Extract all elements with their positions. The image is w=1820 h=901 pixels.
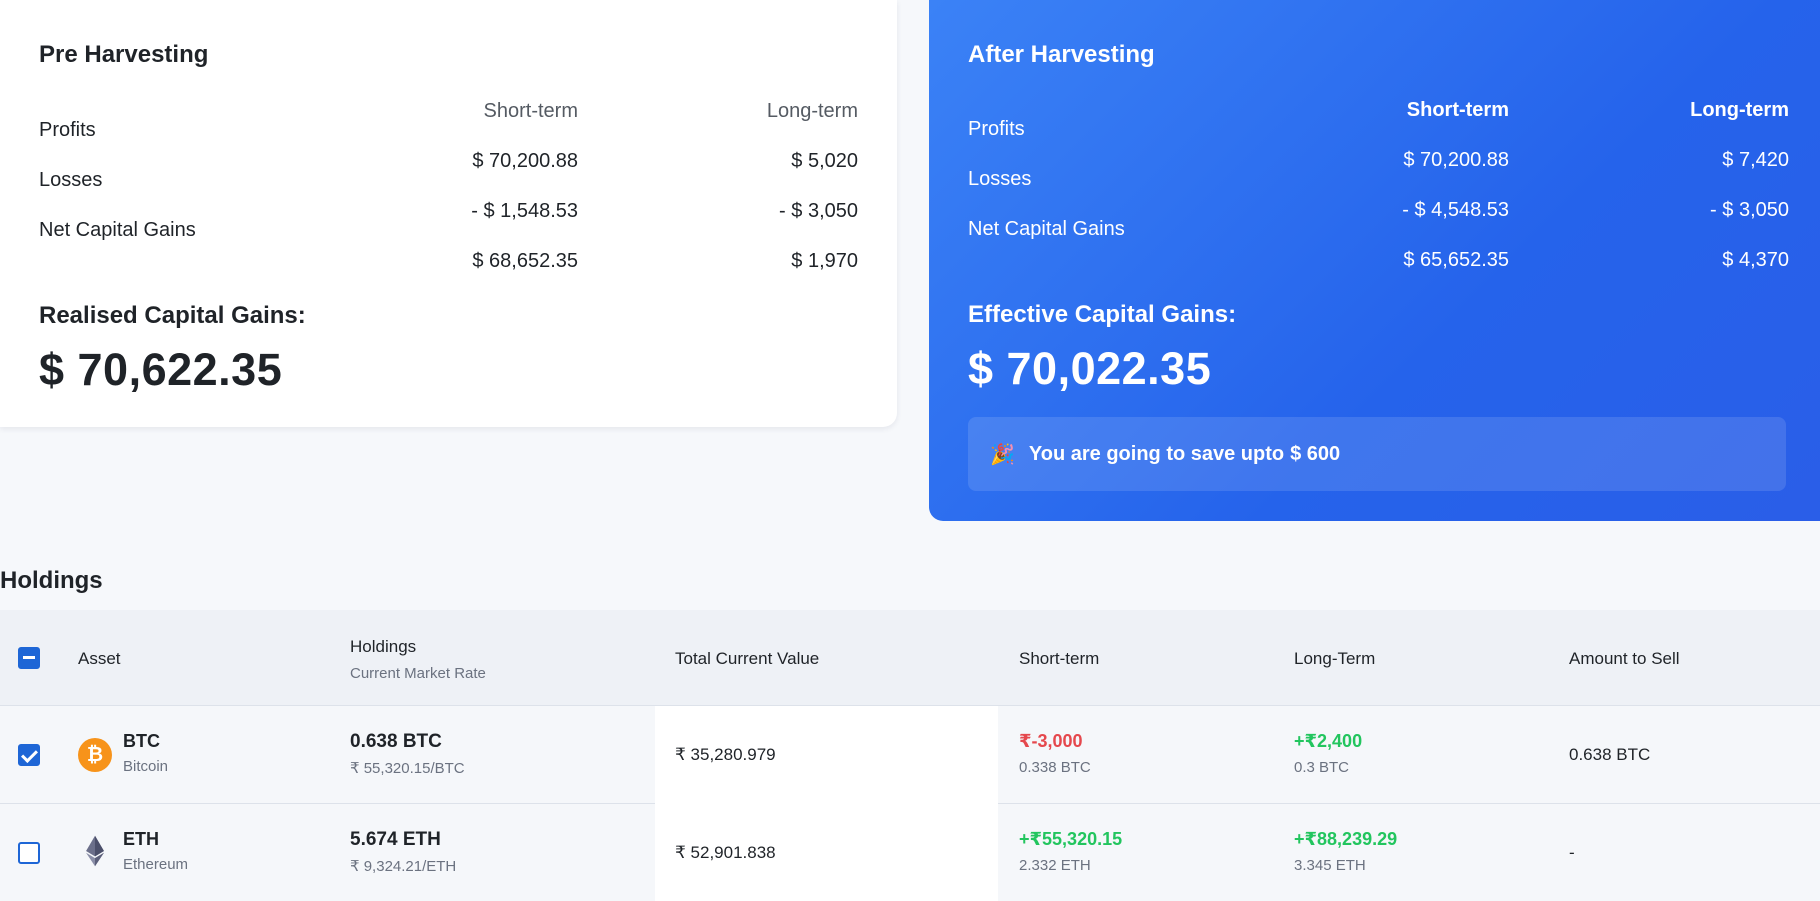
market-rate: ₹ 55,320.15/BTC [350,760,465,777]
realised-gains-label: Realised Capital Gains: [39,302,306,329]
asset-symbol: ETH [123,829,159,849]
long-term-gain: +₹88,239.29 [1294,829,1398,849]
header-total-value[interactable]: Total Current Value [675,649,819,669]
holdings-amount: 0.638 BTC [350,731,442,752]
short-term-gain: +₹55,320.15 [1019,829,1123,849]
asset-name: Bitcoin [123,758,169,775]
pre-net-short: $ 68,652.35 [472,250,578,272]
holdings-amount: 5.674 ETH [350,829,441,850]
effective-gains-value: $ 70,022.35 [968,343,1212,394]
market-rate: ₹ 9,324.21/ETH [350,858,457,875]
long-term-gain: +₹2,400 [1294,731,1363,751]
after-short-term-header: Short-term [1406,99,1509,121]
pre-profits-short: $ 70,200.88 [472,150,578,172]
after-losses-short: - $ 4,548.53 [1402,199,1509,221]
pre-net-gains-label: Net Capital Gains [39,219,196,241]
after-harvesting-title: After Harvesting [968,41,1155,68]
realised-gains-value: $ 70,622.35 [39,344,283,395]
holdings-table-header: Asset Holdings Current Market Rate Total… [0,610,1820,706]
after-long-term-header: Long-term [1690,99,1789,121]
table-row[interactable]: ₿ BTC Bitcoin 0.638 BTC ₹ 55,320.15/BTC … [0,706,1820,804]
total-current-value: ₹ 35,280.979 [675,745,776,764]
after-harvesting-card: After Harvesting Short-term Long-term Pr… [929,0,1820,521]
pre-short-term-header: Short-term [483,100,578,122]
asset-symbol: BTC [123,731,160,751]
pre-losses-label: Losses [39,169,103,191]
holdings-title: Holdings [0,567,103,594]
bitcoin-icon: ₿ [78,738,112,772]
pre-net-long: $ 1,970 [791,250,858,272]
asset-name: Ethereum [123,856,189,873]
ethereum-icon [86,835,104,867]
savings-text: You are going to save upto [1028,442,1285,465]
after-losses-label: Losses [968,168,1032,190]
row-checkbox-btc[interactable] [18,744,40,766]
header-holdings-sub: Current Market Rate [350,665,486,682]
amount-to-sell: - [1569,843,1575,862]
short-term-quantity: 2.332 ETH [1019,857,1091,874]
table-row[interactable]: ETH Ethereum 5.674 ETH ₹ 9,324.21/ETH ₹ … [0,804,1820,901]
amount-to-sell: 0.638 BTC [1569,745,1651,764]
after-profits-label: Profits [968,118,1025,140]
pre-long-term-header: Long-term [766,100,858,122]
long-term-quantity: 0.3 BTC [1294,759,1350,776]
after-net-gains-label: Net Capital Gains [968,218,1125,240]
header-asset[interactable]: Asset [78,649,121,669]
after-profits-short: $ 70,200.88 [1403,149,1509,171]
effective-gains-label: Effective Capital Gains: [968,301,1237,328]
header-holdings[interactable]: Holdings [350,637,416,657]
pre-losses-long: - $ 3,050 [779,200,858,222]
after-profits-long: $ 7,420 [1722,149,1789,171]
pre-losses-short: - $ 1,548.53 [471,200,578,222]
short-term-gain: ₹-3,000 [1019,731,1083,751]
savings-banner: 🎉 You are going to save upto $ 600 [968,417,1786,491]
after-net-short: $ 65,652.35 [1403,249,1509,271]
holdings-table: Asset Holdings Current Market Rate Total… [0,610,1820,901]
pre-profits-label: Profits [39,119,96,141]
pre-harvesting-card: Pre Harvesting Short-term Long-term Prof… [0,0,897,427]
pre-profits-long: $ 5,020 [791,150,858,172]
savings-amount: $ 600 [1290,442,1341,465]
header-short-term[interactable]: Short-term [1019,649,1099,669]
header-long-term[interactable]: Long-Term [1294,649,1375,669]
party-popper-icon: 🎉 [990,443,1015,466]
pre-harvesting-title: Pre Harvesting [39,41,209,68]
select-all-checkbox[interactable] [18,647,40,669]
after-losses-long: - $ 3,050 [1710,199,1789,221]
long-term-quantity: 3.345 ETH [1294,857,1366,874]
after-net-long: $ 4,370 [1722,249,1789,271]
row-checkbox-eth[interactable] [18,842,40,864]
total-current-value: ₹ 52,901.838 [675,843,776,862]
header-amount-to-sell[interactable]: Amount to Sell [1569,649,1680,669]
short-term-quantity: 0.338 BTC [1019,759,1091,776]
